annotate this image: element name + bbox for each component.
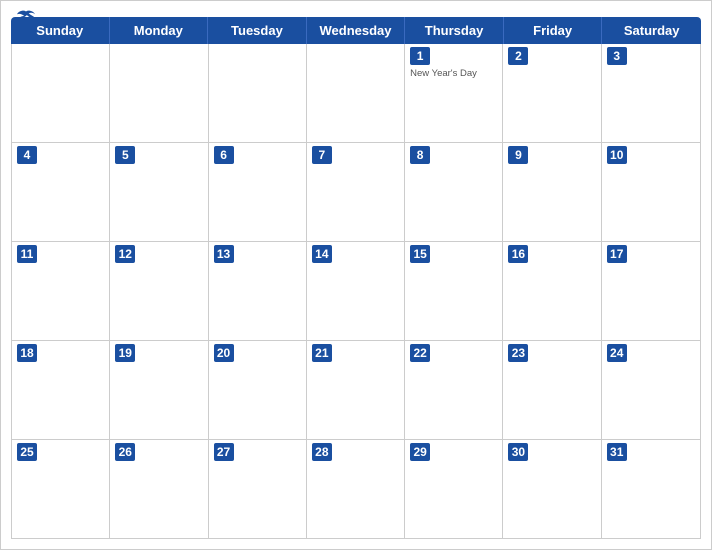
calendar-cell: 31 xyxy=(602,440,700,538)
cell-day-number: 5 xyxy=(115,146,135,164)
calendar-cell xyxy=(209,44,307,142)
cell-day-number: 11 xyxy=(17,245,37,263)
cell-day-number: 1 xyxy=(410,47,430,65)
calendar-cell: 6 xyxy=(209,143,307,241)
calendar-cell: 7 xyxy=(307,143,405,241)
calendar-cell: 19 xyxy=(110,341,208,439)
cell-day-number: 30 xyxy=(508,443,528,461)
calendar-row-1: 4 5 6 7 8 9 10 xyxy=(12,143,700,242)
day-header-tuesday: Tuesday xyxy=(208,17,307,44)
calendar-cell: 16 xyxy=(503,242,601,340)
cell-day-number: 16 xyxy=(508,245,528,263)
day-header-wednesday: Wednesday xyxy=(307,17,406,44)
calendar-row-0: 1 New Year's Day 2 3 xyxy=(12,44,700,143)
cell-day-number: 13 xyxy=(214,245,234,263)
calendar-cell: 10 xyxy=(602,143,700,241)
cell-day-number: 15 xyxy=(410,245,430,263)
calendar-page: SundayMondayTuesdayWednesdayThursdayFrid… xyxy=(0,0,712,550)
cell-day-number: 27 xyxy=(214,443,234,461)
cell-holiday-label: New Year's Day xyxy=(410,68,497,79)
calendar-cell: 26 xyxy=(110,440,208,538)
calendar-cell: 18 xyxy=(12,341,110,439)
cell-day-number: 9 xyxy=(508,146,528,164)
calendar-cell: 11 xyxy=(12,242,110,340)
cell-day-number: 14 xyxy=(312,245,332,263)
cell-day-number xyxy=(312,47,332,65)
calendar-cell: 14 xyxy=(307,242,405,340)
calendar-cell: 28 xyxy=(307,440,405,538)
cell-day-number: 6 xyxy=(214,146,234,164)
cell-day-number: 10 xyxy=(607,146,627,164)
cell-day-number: 26 xyxy=(115,443,135,461)
cell-day-number: 22 xyxy=(410,344,430,362)
calendar-row-2: 11 12 13 14 15 16 17 xyxy=(12,242,700,341)
calendar-cell: 27 xyxy=(209,440,307,538)
calendar-row-4: 25 26 27 28 29 30 31 xyxy=(12,440,700,538)
calendar-cell: 3 xyxy=(602,44,700,142)
cell-day-number: 29 xyxy=(410,443,430,461)
cell-day-number: 24 xyxy=(607,344,627,362)
calendar-cell xyxy=(12,44,110,142)
cell-day-number: 23 xyxy=(508,344,528,362)
cell-day-number: 25 xyxy=(17,443,37,461)
cell-day-number: 19 xyxy=(115,344,135,362)
cell-day-number: 8 xyxy=(410,146,430,164)
calendar-cell: 1 New Year's Day xyxy=(405,44,503,142)
cell-day-number xyxy=(115,47,135,65)
calendar-cell: 17 xyxy=(602,242,700,340)
calendar-cell xyxy=(307,44,405,142)
cell-day-number: 3 xyxy=(607,47,627,65)
calendar-cell: 8 xyxy=(405,143,503,241)
day-header-monday: Monday xyxy=(110,17,209,44)
calendar-cell xyxy=(110,44,208,142)
calendar-cell: 5 xyxy=(110,143,208,241)
day-header-thursday: Thursday xyxy=(405,17,504,44)
calendar-row-3: 18 19 20 21 22 23 24 xyxy=(12,341,700,440)
calendar-cell: 20 xyxy=(209,341,307,439)
calendar-header xyxy=(1,1,711,17)
day-headers: SundayMondayTuesdayWednesdayThursdayFrid… xyxy=(11,17,701,44)
cell-day-number: 2 xyxy=(508,47,528,65)
calendar-cell: 22 xyxy=(405,341,503,439)
calendar-cell: 12 xyxy=(110,242,208,340)
cell-day-number: 20 xyxy=(214,344,234,362)
calendar-cell: 25 xyxy=(12,440,110,538)
cell-day-number: 17 xyxy=(607,245,627,263)
cell-day-number: 21 xyxy=(312,344,332,362)
cell-day-number xyxy=(214,47,234,65)
calendar-cell: 9 xyxy=(503,143,601,241)
cell-day-number xyxy=(17,47,37,65)
cell-day-number: 31 xyxy=(607,443,627,461)
calendar-cell: 21 xyxy=(307,341,405,439)
calendar-cell: 2 xyxy=(503,44,601,142)
day-header-saturday: Saturday xyxy=(602,17,701,44)
logo-bird-icon xyxy=(17,9,35,23)
cell-day-number: 18 xyxy=(17,344,37,362)
calendar-cell: 4 xyxy=(12,143,110,241)
cell-day-number: 4 xyxy=(17,146,37,164)
day-header-friday: Friday xyxy=(504,17,603,44)
cell-day-number: 12 xyxy=(115,245,135,263)
logo-blue xyxy=(17,9,37,23)
calendar-cell: 15 xyxy=(405,242,503,340)
logo xyxy=(17,9,37,23)
calendar-cell: 30 xyxy=(503,440,601,538)
calendar-cell: 29 xyxy=(405,440,503,538)
calendar-cell: 23 xyxy=(503,341,601,439)
cell-day-number: 28 xyxy=(312,443,332,461)
calendar-cell: 13 xyxy=(209,242,307,340)
cell-day-number: 7 xyxy=(312,146,332,164)
calendar: SundayMondayTuesdayWednesdayThursdayFrid… xyxy=(1,17,711,549)
calendar-cell: 24 xyxy=(602,341,700,439)
calendar-grid: 1New Year's Day2345678910111213141516171… xyxy=(11,44,701,539)
